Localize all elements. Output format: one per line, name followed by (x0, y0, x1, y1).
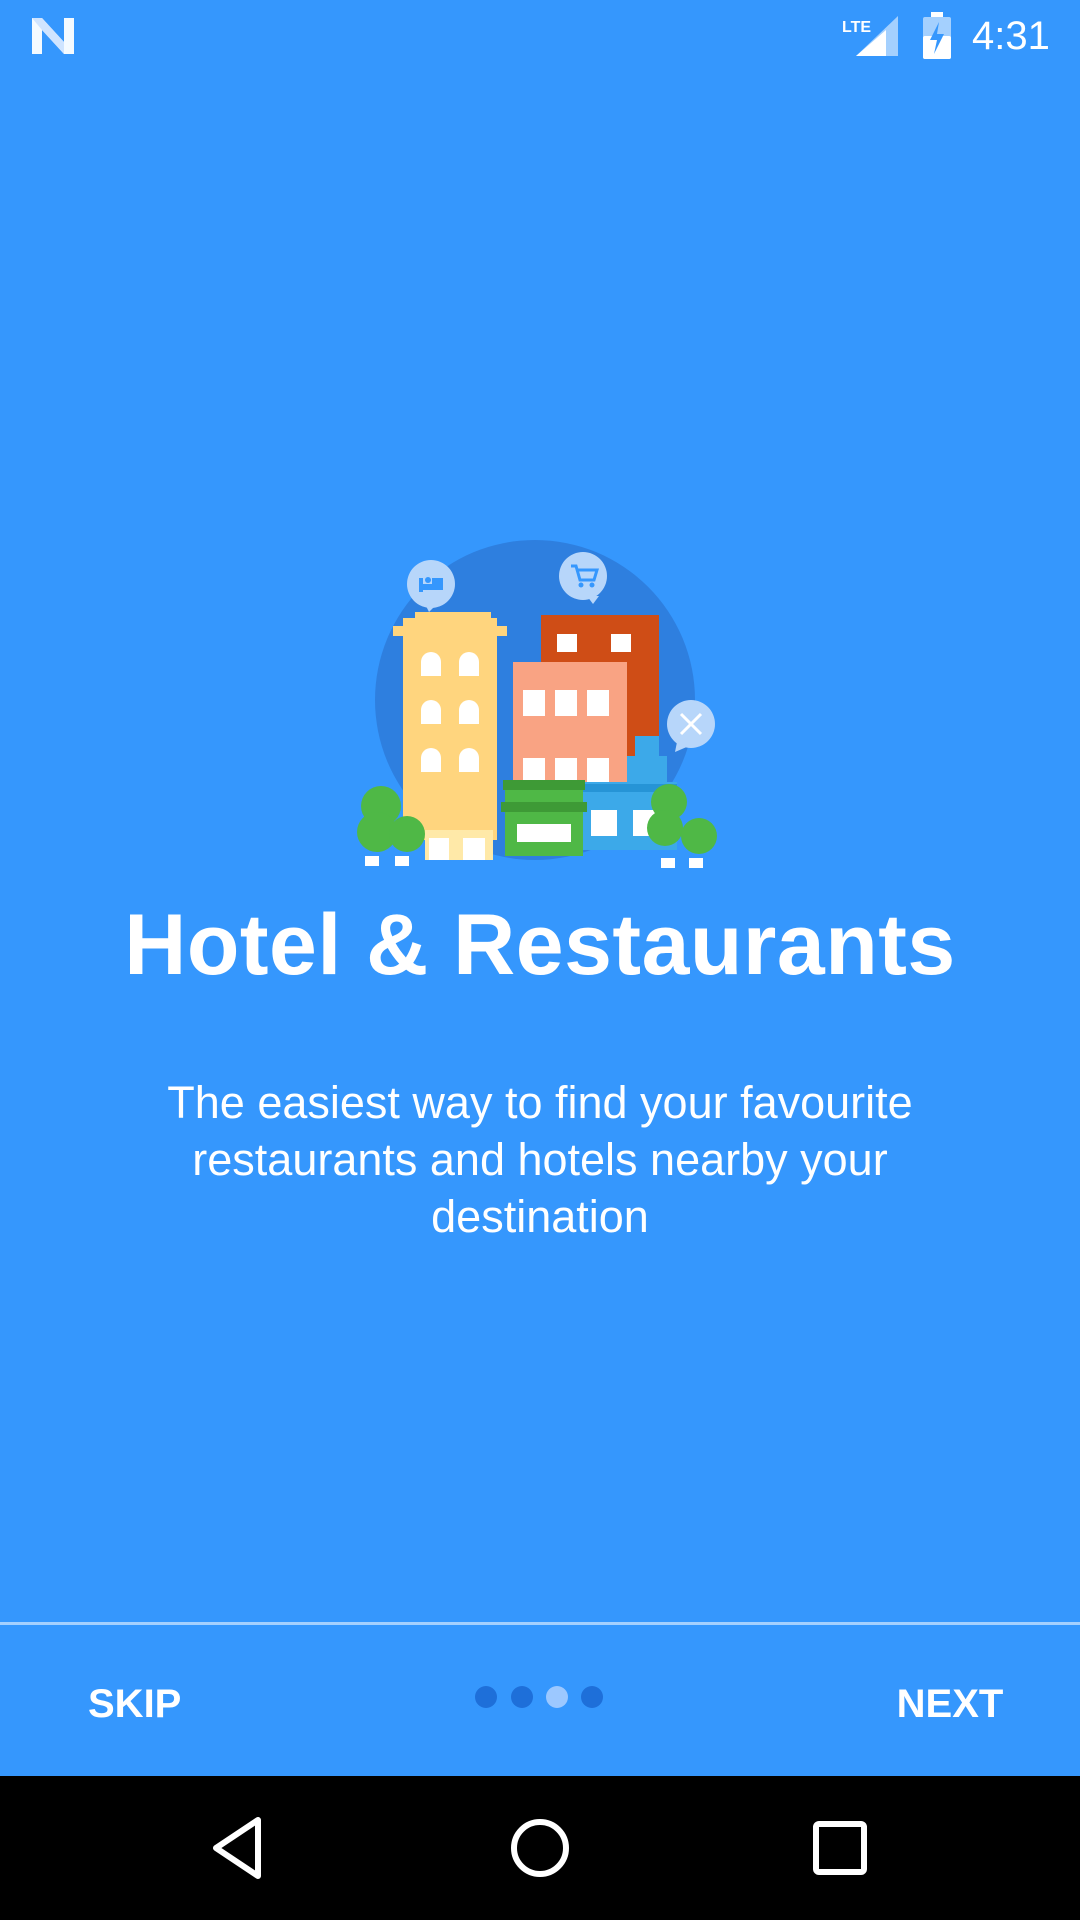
onboarding-title: Hotel & Restaurants (124, 897, 956, 993)
page-dot-4 (581, 1686, 603, 1708)
network-label: LTE (842, 19, 871, 36)
battery-charging-icon (923, 12, 951, 59)
system-nav-bar (0, 1776, 1080, 1920)
notification-n-icon (32, 18, 74, 54)
onboarding-description: The easiest way to find your favourite r… (167, 1077, 913, 1242)
back-icon[interactable] (202, 1810, 278, 1886)
page-indicator (475, 1686, 605, 1710)
onboarding-screen: LTE 4:31 Hotel & Restaurants The easiest… (0, 0, 1080, 1920)
status-bar: LTE 4:31 (0, 0, 1080, 72)
page-dot-2 (511, 1686, 533, 1708)
skip-button[interactable]: SKIP (70, 1674, 190, 1734)
home-icon[interactable] (502, 1810, 578, 1886)
recents-icon[interactable] (802, 1810, 878, 1886)
city-buildings-illustration (357, 540, 717, 868)
status-clock: 4:31 (972, 14, 1050, 58)
page-dot-1 (475, 1686, 497, 1708)
lte-signal-icon: LTE (842, 16, 898, 56)
next-button[interactable]: NEXT (880, 1674, 1020, 1734)
page-dot-3 (546, 1686, 568, 1708)
footer-divider (0, 1622, 1080, 1625)
